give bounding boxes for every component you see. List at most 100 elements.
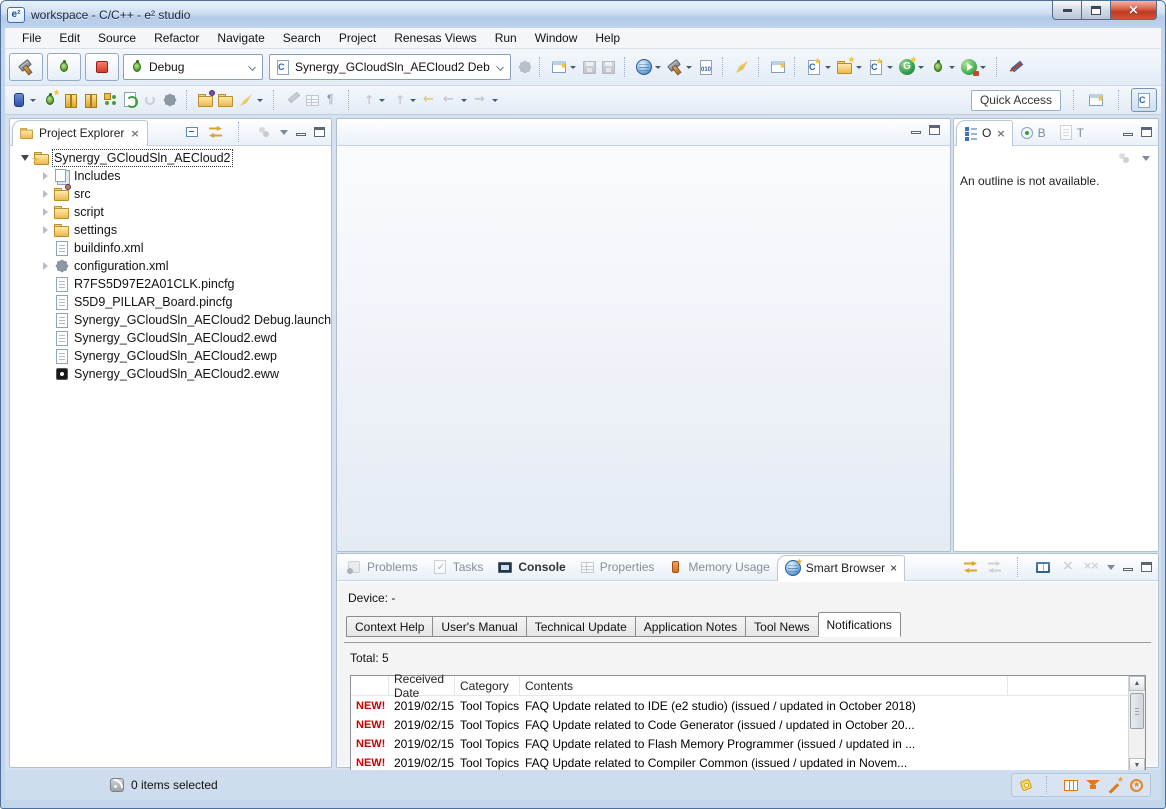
menu-run[interactable]: Run [486,29,526,47]
menu-project[interactable]: Project [330,29,385,47]
tree-item-ewd[interactable]: Synergy_GCloudSln_AECloud2.ewd [10,329,331,347]
synergy-configuration-button[interactable] [897,56,928,78]
menu-file[interactable]: File [13,29,50,47]
dropdown-arrow-icon[interactable] [887,66,893,69]
suspend-button[interactable] [80,89,100,111]
tree-item-configuration[interactable]: configuration.xml [10,257,331,275]
open-view-button[interactable] [768,56,788,78]
title-bar[interactable]: e² workspace - C/C++ - e² studio × [1,1,1165,28]
download-button[interactable] [120,89,140,111]
tab-problems[interactable]: Problems [339,554,425,580]
close-button[interactable]: × [1111,1,1157,20]
menu-source[interactable]: Source [89,29,145,47]
debug-as-button[interactable] [928,56,959,78]
restore-button[interactable] [1082,1,1111,20]
maximize-panel-icon[interactable] [929,125,940,135]
tree-item-ewp[interactable]: Synergy_GCloudSln_AECloud2.ewp [10,347,331,365]
configure-button[interactable] [160,89,180,111]
new-c-project-button[interactable] [835,56,866,78]
quick-access-button[interactable]: Quick Access [971,90,1061,111]
tab-outline[interactable]: O × [956,120,1013,146]
tab-properties[interactable]: Properties [573,554,662,580]
collapse-arrow-icon[interactable] [40,172,50,180]
launch-settings-gear-icon[interactable] [517,59,533,75]
debug-browser-button[interactable] [634,56,665,78]
column-received-date[interactable]: Received Date [389,676,455,695]
terminate-button[interactable] [85,53,119,81]
import-button[interactable] [196,89,216,111]
menu-search[interactable]: Search [274,29,330,47]
tree-item-project[interactable]: Synergy_GCloudSln_AECloud2 [10,149,331,167]
subtab-technical-update[interactable]: Technical Update [526,616,636,637]
launch-config-combo[interactable]: Synergy_GCloudSln_AECloud2 Deb [269,54,511,80]
minimize-panel-icon[interactable] [1123,568,1133,571]
dropdown-arrow-icon[interactable] [856,66,862,69]
star-badge-icon[interactable] [1130,779,1143,792]
link-with-editor-icon[interactable] [963,559,979,575]
open-manual-icon[interactable] [1036,562,1050,573]
collapse-arrow-icon[interactable] [40,190,50,198]
maximize-panel-icon[interactable] [1141,562,1152,572]
view-menu-icon[interactable] [1107,565,1115,570]
tab-breakpoints[interactable]: B [1013,120,1052,146]
table-row[interactable]: NEW! 2019/02/15 Tool Topics FAQ Update r… [351,715,1145,734]
subtab-notifications[interactable]: Notifications [818,612,901,637]
dropdown-arrow-icon[interactable] [570,66,576,69]
tab-smart-browser[interactable]: ★ Smart Browser × [777,555,905,581]
dropdown-arrow-icon[interactable] [825,66,831,69]
editor-area[interactable] [336,118,951,552]
dropdown-arrow-icon[interactable] [980,66,986,69]
build-button[interactable] [665,56,696,78]
column-new[interactable] [351,676,389,695]
magic-wand-icon[interactable] [1107,777,1123,793]
open-folder-button[interactable] [216,89,236,111]
debug-config-combo[interactable]: Debug [123,54,263,80]
scrollbar-thumb[interactable] [1130,693,1144,729]
minimize-panel-icon[interactable] [911,131,921,134]
new-c-source-button[interactable] [804,57,835,78]
dropdown-arrow-icon[interactable] [30,99,36,102]
run-as-button[interactable] [959,56,990,78]
graduation-cap-icon[interactable] [1085,777,1101,793]
trace-button[interactable] [100,89,120,111]
minimize-panel-icon[interactable] [296,133,306,136]
highlight-button[interactable] [236,89,267,111]
tracex-button[interactable] [732,56,752,78]
dropdown-arrow-icon[interactable] [949,66,955,69]
collapse-arrow-icon[interactable] [40,262,50,270]
menu-navigate[interactable]: Navigate [208,29,273,47]
map-icon[interactable] [1064,780,1078,791]
subtab-application-notes[interactable]: Application Notes [635,616,746,637]
tab-console[interactable]: Console [490,554,572,580]
tree-item-settings[interactable]: settings [10,221,331,239]
tab-tasks[interactable]: Tasks [425,554,491,580]
scroll-up-icon[interactable]: ▲ [1129,676,1145,691]
table-row[interactable]: NEW! 2019/02/15 Tool Topics FAQ Update r… [351,734,1145,753]
binary-view-button[interactable] [696,57,716,78]
close-icon[interactable]: × [996,128,1005,139]
maximize-panel-icon[interactable] [314,127,325,137]
tag-icon[interactable] [1020,779,1033,792]
collapse-arrow-icon[interactable] [40,226,50,234]
tree-item-script[interactable]: script [10,203,331,221]
close-icon[interactable]: × [130,128,139,139]
dropdown-arrow-icon[interactable] [918,66,924,69]
tree-item-includes[interactable]: Includes [10,167,331,185]
menu-edit[interactable]: Edit [50,29,89,47]
minimize-button[interactable] [1052,1,1082,20]
dropdown-arrow-icon[interactable] [686,66,692,69]
tree-item-eww[interactable]: Synergy_GCloudSln_AECloud2.eww [10,365,331,383]
menu-window[interactable]: Window [526,29,587,47]
minimize-panel-icon[interactable] [1123,133,1133,136]
menu-renesas-views[interactable]: Renesas Views [385,29,486,47]
link-with-editor-icon[interactable] [208,124,224,140]
dropdown-arrow-icon[interactable] [257,99,263,102]
tree-item-pincfg-clk[interactable]: R7FS5D97E2A01CLK.pincfg [10,275,331,293]
dropdown-arrow-icon[interactable] [655,66,661,69]
close-icon[interactable]: × [890,561,897,575]
tab-memory-usage[interactable]: Memory Usage [661,554,776,580]
tab-templates[interactable]: T [1052,120,1090,146]
maximize-panel-icon[interactable] [1141,127,1152,137]
toggle-mark-occurrences-button[interactable] [1006,56,1026,78]
subtab-context-help[interactable]: Context Help [346,616,433,637]
